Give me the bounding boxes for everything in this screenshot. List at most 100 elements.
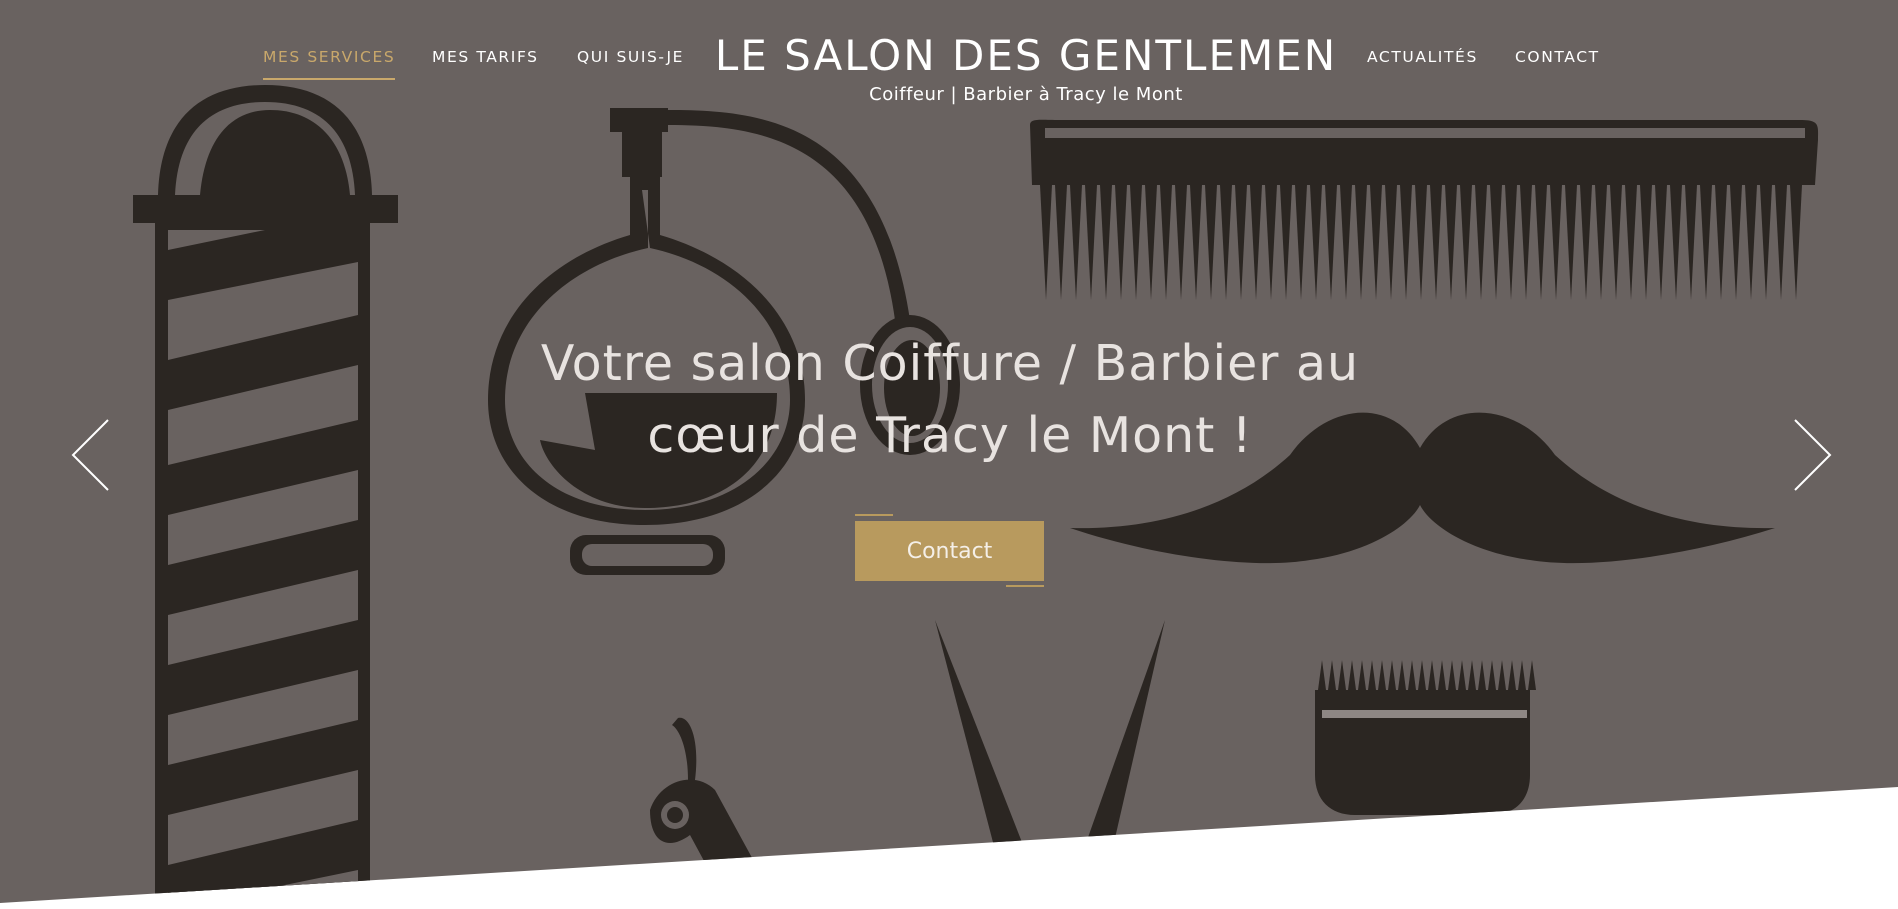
nav-link-qui-suis-je[interactable]: QUI SUIS-JE bbox=[577, 48, 684, 66]
comb-tooth bbox=[1730, 185, 1742, 300]
site-title: LE SALON DES GENTLEMEN bbox=[714, 31, 1338, 80]
clipper-tooth bbox=[1518, 660, 1526, 690]
comb-tooth bbox=[1565, 185, 1577, 300]
comb-tooth bbox=[1205, 185, 1217, 300]
comb-tooth bbox=[1175, 185, 1187, 300]
slider-prev-button[interactable] bbox=[68, 415, 118, 495]
comb-tooth bbox=[1760, 185, 1772, 300]
clipper-tooth bbox=[1528, 660, 1536, 690]
clipper-tooth bbox=[1458, 660, 1466, 690]
comb-tooth bbox=[1145, 185, 1157, 300]
comb-illustration bbox=[1030, 119, 1819, 300]
clipper-tooth bbox=[1398, 660, 1406, 690]
comb-tooth bbox=[1790, 185, 1802, 300]
clipper-tooth bbox=[1418, 660, 1426, 690]
hero-slider: Votre salon Coiffure / Barbier au cœur d… bbox=[0, 0, 1898, 903]
contact-button[interactable]: Contact bbox=[855, 521, 1044, 581]
hero-headline: Votre salon Coiffure / Barbier au cœur d… bbox=[440, 328, 1460, 472]
chevron-left-icon bbox=[71, 419, 109, 491]
comb-tooth bbox=[1475, 185, 1487, 300]
clipper-tooth bbox=[1368, 660, 1376, 690]
comb-tooth bbox=[1100, 185, 1112, 300]
clipper-tooth bbox=[1438, 660, 1446, 690]
comb-tooth bbox=[1160, 185, 1172, 300]
cta-decor-line-top bbox=[855, 514, 893, 516]
comb-tooth bbox=[1610, 185, 1622, 300]
comb-tooth bbox=[1295, 185, 1307, 300]
barber-pole-illustration bbox=[133, 85, 398, 903]
clipper-tooth bbox=[1318, 660, 1326, 690]
clipper-tooth bbox=[1348, 660, 1356, 690]
comb-tooth bbox=[1580, 185, 1592, 300]
comb-tooth bbox=[1310, 185, 1322, 300]
comb-tooth bbox=[1355, 185, 1367, 300]
comb-tooth bbox=[1415, 185, 1427, 300]
comb-tooth bbox=[1385, 185, 1397, 300]
comb-tooth bbox=[1325, 185, 1337, 300]
main-navigation: MES SERVICES MES TARIFS QUI SUIS-JE LE S… bbox=[0, 0, 1898, 110]
cta-decor-line-bottom bbox=[1006, 585, 1044, 587]
comb-tooth bbox=[1550, 185, 1562, 300]
comb-tooth bbox=[1595, 185, 1607, 300]
clipper-tooth bbox=[1328, 660, 1336, 690]
comb-tooth bbox=[1490, 185, 1502, 300]
comb-tooth bbox=[1280, 185, 1292, 300]
clipper-tooth bbox=[1478, 660, 1486, 690]
comb-tooth bbox=[1535, 185, 1547, 300]
nav-link-mes-tarifs[interactable]: MES TARIFS bbox=[432, 48, 539, 66]
clipper-tooth bbox=[1428, 660, 1436, 690]
comb-tooth bbox=[1235, 185, 1247, 300]
clipper-tooth bbox=[1448, 660, 1456, 690]
chevron-right-icon bbox=[1794, 419, 1832, 491]
comb-tooth bbox=[1445, 185, 1457, 300]
comb-tooth bbox=[1190, 185, 1202, 300]
comb-tooth bbox=[1340, 185, 1352, 300]
nav-active-underline bbox=[263, 78, 395, 80]
comb-tooth bbox=[1625, 185, 1637, 300]
clipper-tooth bbox=[1508, 660, 1516, 690]
site-logo[interactable]: LE SALON DES GENTLEMEN Coiffeur | Barbie… bbox=[700, 31, 1352, 105]
nav-link-mes-services[interactable]: MES SERVICES bbox=[263, 48, 395, 66]
clipper-tooth bbox=[1468, 660, 1476, 690]
comb-tooth bbox=[1265, 185, 1277, 300]
comb-tooth bbox=[1520, 185, 1532, 300]
headline-line-2: cœur de Tracy le Mont ! bbox=[647, 407, 1253, 464]
comb-tooth bbox=[1700, 185, 1712, 300]
comb-tooth bbox=[1220, 185, 1232, 300]
site-subtitle: Coiffeur | Barbier à Tracy le Mont bbox=[869, 84, 1183, 105]
clipper-tooth bbox=[1488, 660, 1496, 690]
comb-tooth bbox=[1400, 185, 1412, 300]
clipper-illustration bbox=[1315, 660, 1536, 815]
clipper-tooth bbox=[1408, 660, 1416, 690]
comb-tooth bbox=[1505, 185, 1517, 300]
comb-tooth bbox=[1655, 185, 1667, 300]
scissors-blade-right bbox=[1080, 620, 1165, 860]
comb-tooth bbox=[1250, 185, 1262, 300]
razor-illustration bbox=[650, 717, 780, 903]
clipper-tooth bbox=[1358, 660, 1366, 690]
comb-tooth bbox=[1115, 185, 1127, 300]
comb-tooth bbox=[1715, 185, 1727, 300]
clipper-tooth bbox=[1338, 660, 1346, 690]
comb-tooth bbox=[1040, 185, 1052, 300]
clipper-tooth bbox=[1388, 660, 1396, 690]
scissors-blade-left bbox=[935, 620, 1025, 850]
comb-tooth bbox=[1430, 185, 1442, 300]
comb-tooth bbox=[1670, 185, 1682, 300]
comb-tooth bbox=[1460, 185, 1472, 300]
nav-link-actualites[interactable]: ACTUALITÉS bbox=[1367, 48, 1478, 66]
comb-tooth bbox=[1685, 185, 1697, 300]
clipper-tooth bbox=[1498, 660, 1506, 690]
comb-tooth bbox=[1070, 185, 1082, 300]
nav-link-contact[interactable]: CONTACT bbox=[1515, 48, 1600, 66]
comb-tooth bbox=[1745, 185, 1757, 300]
clipper-tooth bbox=[1378, 660, 1386, 690]
comb-tooth bbox=[1775, 185, 1787, 300]
comb-tooth bbox=[1130, 185, 1142, 300]
slider-next-button[interactable] bbox=[1785, 415, 1835, 495]
comb-tooth bbox=[1370, 185, 1382, 300]
comb-tooth bbox=[1055, 185, 1067, 300]
headline-line-1: Votre salon Coiffure / Barbier au bbox=[540, 335, 1360, 392]
comb-tooth bbox=[1640, 185, 1652, 300]
comb-tooth bbox=[1085, 185, 1097, 300]
